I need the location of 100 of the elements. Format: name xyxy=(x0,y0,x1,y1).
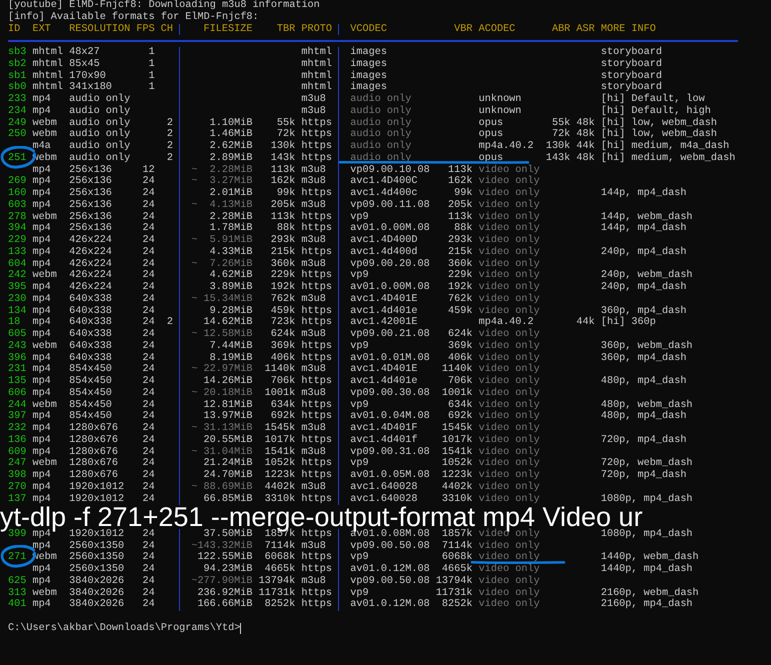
file-size: 1.46MiB xyxy=(210,129,252,140)
protocol: https xyxy=(301,400,332,410)
protocol: m3u8 xyxy=(301,94,326,106)
video-bitrate: 406k xyxy=(448,352,472,364)
extension: mp4 xyxy=(32,352,51,364)
more-info: 1080p, mp4_dash xyxy=(600,528,693,540)
more-info: 144p, mp4_dash xyxy=(600,188,686,200)
frame-rate: 24 xyxy=(142,588,155,599)
protocol: https xyxy=(301,282,332,294)
format-id: 278 xyxy=(8,212,26,223)
file-size: 3.89MiB xyxy=(210,282,252,294)
protocol: https xyxy=(301,411,332,423)
resolution: 426x224 xyxy=(69,246,112,258)
file-size: 2.01MiB xyxy=(210,188,252,200)
video-bitrate: 11731k xyxy=(436,588,472,598)
video-codec: audio only xyxy=(350,94,412,106)
resolution: 1280x676 xyxy=(69,423,118,435)
protocol: m3u8 xyxy=(301,235,326,246)
video-codec: avc1.4D401E xyxy=(350,294,418,306)
total-bitrate: 8252k xyxy=(264,599,296,611)
resolution: audio only xyxy=(69,152,130,164)
column-header: MORE INFO xyxy=(600,24,656,36)
total-bitrate: 113k xyxy=(270,212,296,222)
protocol: https xyxy=(301,458,332,470)
resolution: 640x338 xyxy=(69,317,112,329)
extension: m4a xyxy=(32,141,51,152)
video-bitrate: 205k xyxy=(448,200,472,212)
format-id: 401 xyxy=(8,599,26,611)
video-bitrate: 7114k xyxy=(442,540,472,552)
frame-rate: 24 xyxy=(142,540,155,552)
channel-count: 2 xyxy=(166,317,174,329)
format-id: 251 xyxy=(8,152,26,164)
audio-codec: opus xyxy=(478,118,504,130)
sample-rate: 44k xyxy=(576,141,595,152)
more-info: 480p, mp4_dash xyxy=(600,376,686,388)
audio-codec: video only xyxy=(478,176,540,188)
video-bitrate: 8252k xyxy=(442,599,472,611)
more-info: 360p, mp4_dash xyxy=(600,352,686,364)
video-bitrate: 113k xyxy=(448,164,472,176)
video-codec: avc1.640028 xyxy=(350,482,418,494)
column-header: FPS xyxy=(136,24,155,36)
resolution: 1280x676 xyxy=(69,446,118,458)
video-bitrate: 1017k xyxy=(442,434,472,446)
file-size: 14.26MiB xyxy=(204,376,252,388)
more-info: storyboard xyxy=(600,82,662,94)
extension: mp4 xyxy=(32,164,51,176)
protocol: https xyxy=(301,141,332,152)
frame-rate: 24 xyxy=(142,223,155,235)
format-id: 606 xyxy=(8,388,26,400)
audio-codec: video only xyxy=(478,388,540,400)
frame-rate: 1 xyxy=(148,82,155,94)
audio-bitrate: 55k xyxy=(552,118,570,128)
format-id: 137 xyxy=(8,494,26,506)
format-id: 160 xyxy=(8,188,26,200)
protocol: m3u8 xyxy=(301,540,326,552)
frame-rate: 24 xyxy=(142,470,155,482)
audio-codec: video only xyxy=(478,599,540,611)
file-size: 4.33MiB xyxy=(210,246,252,258)
protocol: https xyxy=(301,352,332,364)
resolution: 256x136 xyxy=(69,188,112,200)
total-bitrate: 706k xyxy=(270,376,296,388)
total-bitrate: 113k xyxy=(270,164,296,176)
frame-rate: 24 xyxy=(142,411,155,423)
protocol: m3u8 xyxy=(301,423,326,434)
resolution: audio only xyxy=(69,106,130,118)
video-codec: vp9 xyxy=(350,270,369,282)
protocol: m3u8 xyxy=(301,106,326,118)
audio-codec: video only xyxy=(478,329,540,340)
protocol: https xyxy=(301,118,332,128)
video-codec: av01.0.05M.08 xyxy=(350,470,430,482)
column-header: VCODEC xyxy=(350,24,387,36)
approx-mark: ~ xyxy=(191,540,198,552)
more-info: storyboard xyxy=(600,47,662,58)
frame-rate: 24 xyxy=(142,212,155,223)
video-codec: vp09.00.50.08 xyxy=(350,576,430,588)
video-codec: avc1.4d401e xyxy=(350,376,418,388)
audio-codec: mp4a.40.2 xyxy=(478,317,534,328)
audio-codec: video only xyxy=(478,235,540,246)
audio-codec: video only xyxy=(478,564,540,576)
video-bitrate: 624k xyxy=(448,329,472,340)
file-size: 20.55MiB xyxy=(204,434,252,446)
extension: mp4 xyxy=(32,176,51,188)
file-size: 7.44MiB xyxy=(210,340,252,352)
total-bitrate: 1223k xyxy=(264,470,296,482)
video-codec: avc1.4D400C xyxy=(350,176,418,188)
total-bitrate: 215k xyxy=(270,246,296,258)
protocol: https xyxy=(301,270,332,282)
resolution: 256x136 xyxy=(69,164,112,176)
video-bitrate: 1052k xyxy=(442,458,472,470)
total-bitrate: 130k xyxy=(270,141,296,152)
resolution: 1920x1012 xyxy=(69,528,124,540)
format-id: 398 xyxy=(8,470,26,482)
total-bitrate: 55k xyxy=(276,118,296,128)
more-info: 480p, webm_dash xyxy=(600,400,693,410)
overlay-caption: yt-dlp -f 271+251 --merge-output-format mp4 Video ur xyxy=(0,504,643,530)
extension: mp4 xyxy=(32,599,51,611)
resolution: 854x450 xyxy=(69,364,112,376)
file-size: 122.55MiB xyxy=(197,552,252,564)
format-id: 234 xyxy=(8,106,26,118)
frame-rate: 24 xyxy=(142,306,155,317)
